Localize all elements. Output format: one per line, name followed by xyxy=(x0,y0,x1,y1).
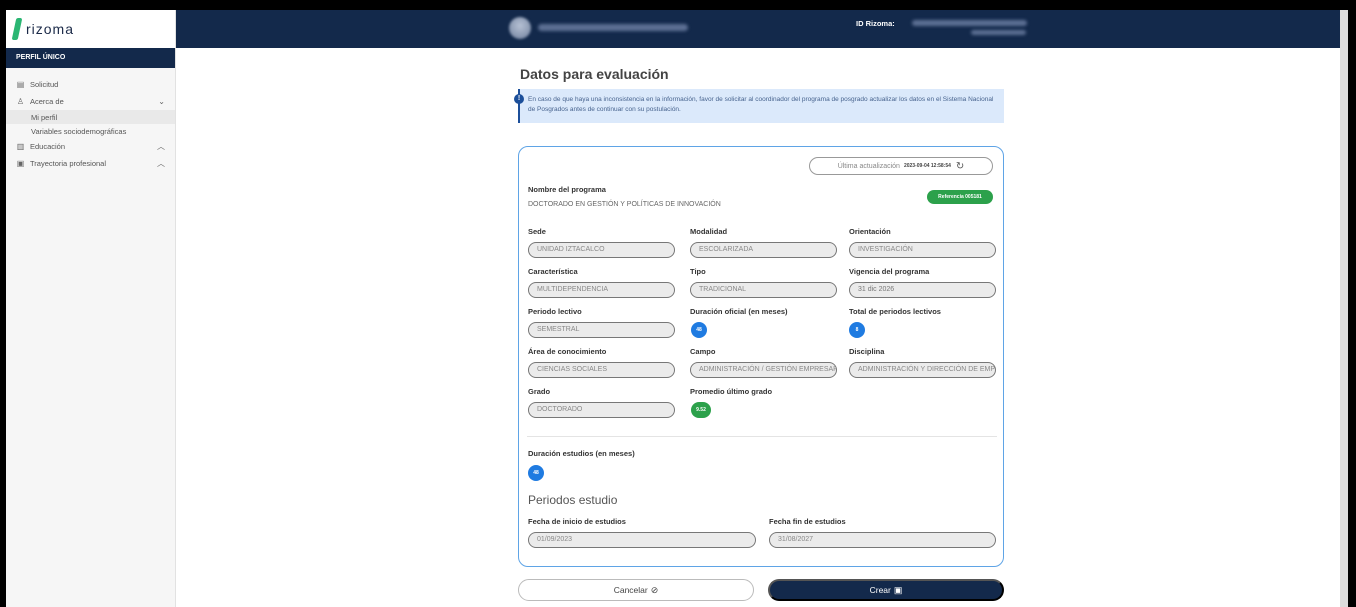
sidebar-item-label: Solicitud xyxy=(30,80,59,89)
sidebar-item-label: Educación xyxy=(30,142,66,151)
last-update-pill[interactable]: Última actualización 2023-09-04 12:58:54… xyxy=(809,157,993,175)
cancel-button-label: Cancelar xyxy=(613,585,648,595)
duracion-estudios-badge: 48 xyxy=(528,465,544,481)
grado-field[interactable]: DOCTORADO xyxy=(528,402,675,418)
document-icon: ▤ xyxy=(16,80,25,89)
cancel-icon: ⊘ xyxy=(650,584,659,595)
disciplina-field[interactable]: ADMINISTRACIÓN Y DIRECCIÓN DE EMPRESAS xyxy=(849,362,996,378)
main-content: Datos para evaluación ! En caso de que h… xyxy=(176,48,1340,607)
campo-label: Campo xyxy=(690,347,716,356)
sidebar-item-solicitud[interactable]: ▤ Solicitud xyxy=(6,76,175,93)
promedio-badge: 9.52 xyxy=(691,402,711,418)
cancel-button[interactable]: Cancelar ⊘ xyxy=(518,579,754,601)
periodo-label: Periodo lectivo xyxy=(528,307,582,316)
modalidad-label: Modalidad xyxy=(690,227,728,236)
modalidad-field[interactable]: ESCOLARIZADA xyxy=(690,242,837,258)
id-rizoma-redacted-2 xyxy=(971,30,1026,35)
sede-label: Sede xyxy=(528,227,546,236)
sidebar-item-educacion[interactable]: ▥ Educación ︿ xyxy=(6,138,175,155)
sidebar-item-label: Acerca de xyxy=(30,97,64,106)
sidebar-subitem-variables[interactable]: Variables sociodemográficas xyxy=(6,124,175,138)
page-title: Datos para evaluación xyxy=(520,66,669,82)
area-label: Área de conocimiento xyxy=(528,347,607,356)
promedio-label: Promedio último grado xyxy=(690,387,773,396)
user-icon: ♙ xyxy=(16,97,25,106)
program-card: Última actualización 2023-09-04 12:58:54… xyxy=(518,146,1004,567)
last-update-value: 2023-09-04 12:58:54 xyxy=(903,163,951,169)
briefcase-icon: ▣ xyxy=(16,159,25,168)
sidebar-item-label: Trayectoria profesional xyxy=(30,159,107,168)
sidebar: rizoma PERFIL ÚNICO ▤ Solicitud ♙ Acerca… xyxy=(6,10,176,607)
reference-badge: Referencia 005181 xyxy=(927,190,993,204)
fecha-inicio-field[interactable]: 01/09/2023 xyxy=(528,532,756,548)
disciplina-label: Disciplina xyxy=(849,347,885,356)
info-alert: ! En caso de que haya una inconsistencia… xyxy=(514,89,1004,123)
sidebar-menu: ▤ Solicitud ♙ Acerca de ⌄ Mi perfil Vari… xyxy=(6,68,175,172)
avatar[interactable] xyxy=(509,17,531,39)
chevron-up-icon: ︿ xyxy=(157,142,165,151)
user-name-redacted xyxy=(538,24,688,31)
refresh-icon[interactable]: ↻ xyxy=(956,161,964,172)
orientacion-label: Orientación xyxy=(849,227,891,236)
vigencia-label: Vigencia del programa xyxy=(849,267,930,276)
fecha-inicio-label: Fecha de inicio de estudios xyxy=(528,517,626,526)
total-periodos-label: Total de periodos lectivos xyxy=(849,307,941,316)
vigencia-field[interactable]: 31 dic 2026 xyxy=(849,282,996,298)
book-icon: ▥ xyxy=(16,142,25,151)
sede-field[interactable]: UNIDAD IZTACALCO xyxy=(528,242,675,258)
id-rizoma-redacted xyxy=(912,20,1027,26)
fecha-fin-field[interactable]: 31/08/2027 xyxy=(769,532,996,548)
create-button-label: Crear xyxy=(869,585,891,595)
sidebar-subitem-mi-perfil[interactable]: Mi perfil xyxy=(6,110,175,124)
logo-text: rizoma xyxy=(26,21,75,37)
orientacion-field[interactable]: INVESTIGACIÓN xyxy=(849,242,996,258)
app-window: rizoma PERFIL ÚNICO ▤ Solicitud ♙ Acerca… xyxy=(6,10,1348,607)
chevron-down-icon: ⌄ xyxy=(158,97,165,106)
id-rizoma-label: ID Rizoma: xyxy=(856,19,895,28)
duracion-estudios-label: Duración estudios (en meses) xyxy=(528,449,635,458)
program-name-value: DOCTORADO EN GESTIÓN Y POLÍTICAS DE INNO… xyxy=(528,201,721,208)
sidebar-header: PERFIL ÚNICO xyxy=(6,48,175,68)
sidebar-item-acerca-de[interactable]: ♙ Acerca de ⌄ xyxy=(6,93,175,110)
save-icon: ▣ xyxy=(893,584,903,595)
divider xyxy=(527,436,997,437)
info-text: En caso de que haya una inconsistencia e… xyxy=(528,96,994,113)
program-name-label: Nombre del programa xyxy=(528,185,606,194)
logo[interactable]: rizoma xyxy=(6,10,175,48)
logo-mark-icon xyxy=(11,18,23,40)
chevron-up-icon: ︿ xyxy=(157,159,165,168)
area-field[interactable]: CIENCIAS SOCIALES xyxy=(528,362,675,378)
campo-field[interactable]: ADMINISTRACIÓN / GESTIÓN EMPRESARIAL xyxy=(690,362,837,378)
top-bar: ID Rizoma: xyxy=(176,10,1348,48)
info-icon: ! xyxy=(514,94,524,104)
tipo-label: Tipo xyxy=(690,267,706,276)
last-update-label: Última actualización xyxy=(837,162,900,170)
periodo-field[interactable]: SEMESTRAL xyxy=(528,322,675,338)
duracion-oficial-label: Duración oficial (en meses) xyxy=(690,307,788,316)
sidebar-item-trayectoria[interactable]: ▣ Trayectoria profesional ︿ xyxy=(6,155,175,172)
periods-section-title: Periodos estudio xyxy=(528,493,618,507)
grado-label: Grado xyxy=(528,387,551,396)
caracteristica-label: Característica xyxy=(528,267,578,276)
scrollbar[interactable] xyxy=(1340,10,1348,607)
duracion-oficial-badge: 48 xyxy=(691,322,707,338)
total-periodos-badge: 8 xyxy=(849,322,865,338)
tipo-field[interactable]: TRADICIONAL xyxy=(690,282,837,298)
caracteristica-field[interactable]: MULTIDEPENDENCIA xyxy=(528,282,675,298)
fecha-fin-label: Fecha fin de estudios xyxy=(769,517,846,526)
create-button[interactable]: Crear ▣ xyxy=(768,579,1004,601)
